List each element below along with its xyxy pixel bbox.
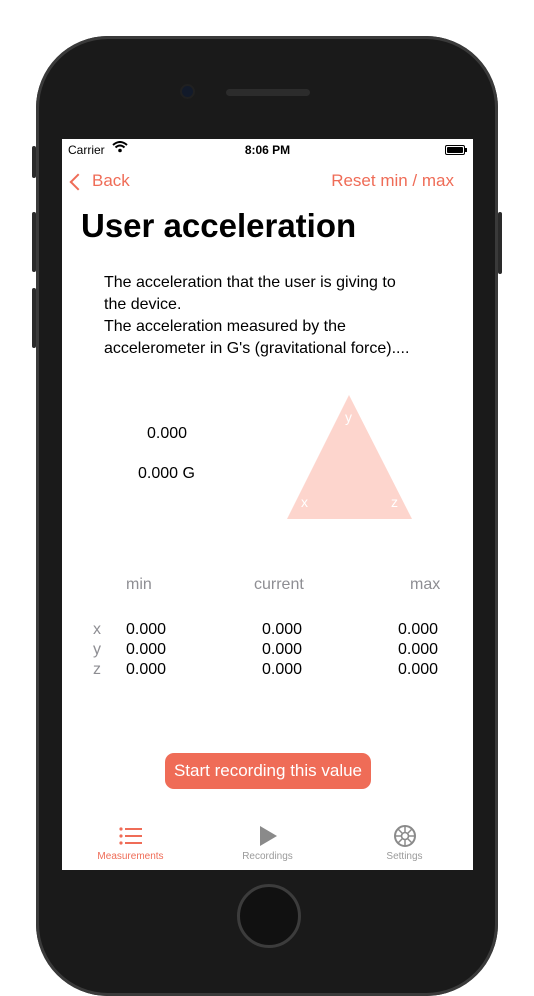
triangle-label-z: z [391,494,398,510]
front-camera [182,86,193,97]
axis-triangle: y x z [287,395,413,526]
description-line: The acceleration that the user is giving… [104,274,396,291]
app-screen: Carrier 8:06 PM Back Reset min / max Use… [62,139,473,870]
mute-switch [32,146,36,178]
current-value: 0.000 [262,621,303,638]
min-value: 0.000 [126,661,167,678]
min-value: 0.000 [126,641,167,658]
column-header-min: min [126,576,152,593]
clock: 8:06 PM [244,143,291,157]
description: The acceleration that the user is giving… [104,272,444,360]
status-bar: Carrier 8:06 PM [62,139,473,161]
volume-up-button [32,212,36,272]
max-value: 0.000 [398,661,439,678]
max-value: 0.000 [398,641,439,658]
current-value: 0.000 [262,641,303,658]
tab-bar: Measurements Recordings Settings [62,819,473,870]
gear-icon [336,821,473,851]
start-recording-button[interactable]: Start recording this value [165,753,371,789]
tab-measurements[interactable]: Measurements [62,821,199,862]
power-button [498,212,502,274]
page-title: User acceleration [81,207,357,244]
max-value: 0.000 [398,621,439,638]
triangle-label-x: x [301,494,308,510]
description-line: the device. [104,296,182,313]
back-label: Back [92,171,130,190]
tab-label: Measurements [97,851,164,862]
tab-recordings[interactable]: Recordings [199,821,336,862]
home-button[interactable] [237,884,301,948]
battery-icon [445,145,467,155]
earpiece-speaker [226,89,310,96]
column-header-max: max [410,576,441,593]
g-value-readout: 0.000 G [138,465,195,482]
play-icon [199,821,336,851]
min-value: 0.000 [126,621,167,638]
navigation-bar: Back Reset min / max [62,169,473,199]
tab-label: Recordings [242,851,293,862]
back-button[interactable]: Back [69,171,130,191]
current-value: 0.000 [262,661,303,678]
reset-min-max-button[interactable]: Reset min / max [331,171,454,191]
axis-label: z [93,661,101,678]
column-header-current: current [254,576,304,593]
triangle-label-y: y [345,409,352,425]
axis-label: y [93,641,101,658]
volume-down-button [32,288,36,348]
value-readout: 0.000 [147,425,188,442]
description-line: The acceleration measured by the [104,318,346,335]
list-icon [62,821,199,851]
tab-label: Settings [386,851,423,862]
chevron-left-icon [69,173,87,190]
tab-settings[interactable]: Settings [336,821,473,862]
description-line: accelerometer in G's (gravitational forc… [104,340,410,357]
axis-label: x [93,621,101,638]
